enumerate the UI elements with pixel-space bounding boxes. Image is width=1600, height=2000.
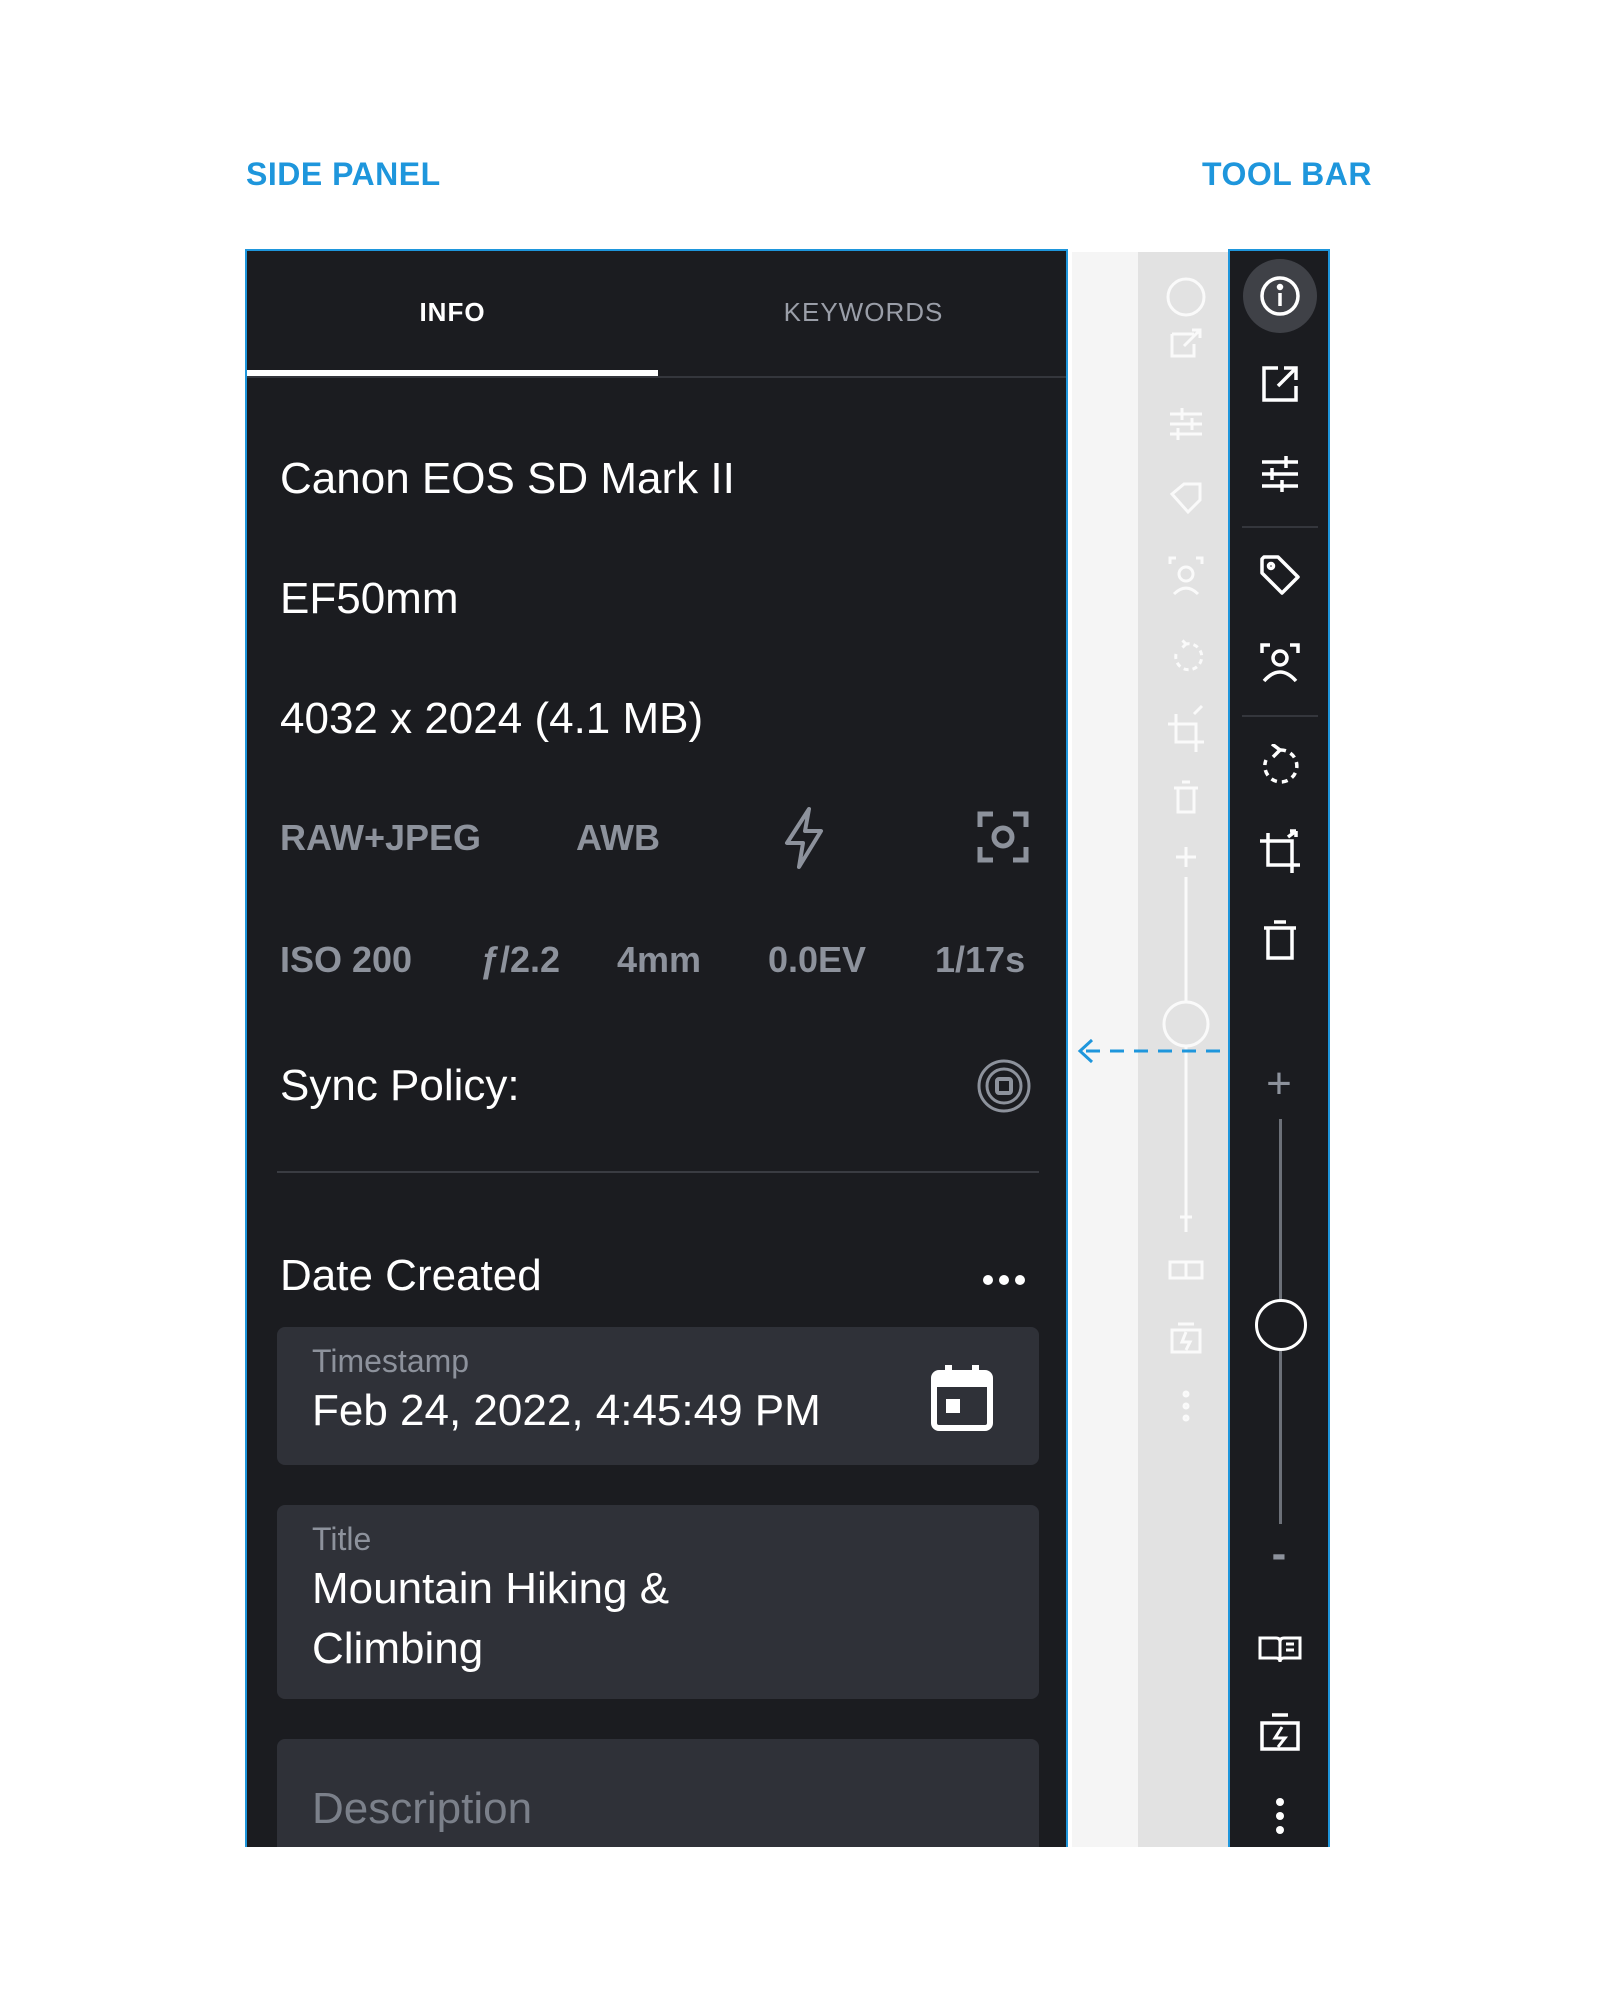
- aperture-value: ƒ/2.2: [480, 939, 561, 980]
- book-icon[interactable]: [1243, 1611, 1317, 1685]
- title-value-line-2: Climbing: [312, 1624, 484, 1673]
- info-icon[interactable]: [1243, 259, 1317, 333]
- flash-icon: [781, 807, 827, 869]
- tab-bar: INFO KEYWORDS: [247, 251, 1066, 378]
- white-balance: AWB: [576, 817, 660, 858]
- image-dimensions: 4032 x 2024 (4.1 MB): [280, 694, 704, 743]
- exposure-comp-value: 0.0EV: [768, 939, 867, 980]
- crop-icon[interactable]: [1243, 816, 1317, 890]
- face-detect-icon[interactable]: [1243, 626, 1317, 700]
- side-panel-callout: SIDE PANEL: [246, 156, 441, 192]
- section-divider: [277, 1171, 1039, 1173]
- tag-icon[interactable]: [1243, 538, 1317, 612]
- description-placeholder: Description: [312, 1784, 533, 1833]
- open-external-icon[interactable]: [1243, 347, 1317, 421]
- title-value-line-1: Mountain Hiking &: [312, 1564, 670, 1613]
- focal-length-value: 4mm: [617, 939, 702, 980]
- delete-icon[interactable]: [1243, 903, 1317, 977]
- toolbar-divider: [1242, 715, 1318, 717]
- date-created-heading: Date Created: [280, 1251, 542, 1300]
- focus-icon: [977, 811, 1029, 863]
- active-tab-indicator: [247, 370, 658, 376]
- tab-keywords[interactable]: KEYWORDS: [658, 251, 1066, 374]
- file-format: RAW+JPEG: [280, 817, 482, 858]
- calendar-icon[interactable]: [931, 1365, 993, 1436]
- battery-charge-icon[interactable]: [1243, 1696, 1317, 1770]
- side-panel: INFO KEYWORDS Canon EOS SD Mark II EF50m…: [245, 249, 1068, 1847]
- tab-info[interactable]: INFO: [247, 251, 658, 374]
- more-horizontal-icon[interactable]: [981, 1273, 1027, 1292]
- tool-bar: + -: [1228, 249, 1330, 1847]
- tool-bar-callout: TOOL BAR: [1202, 156, 1372, 192]
- shutter-speed-value: 1/17s: [935, 939, 1026, 980]
- timestamp-label: Timestamp: [312, 1343, 470, 1379]
- timestamp-field[interactable]: Timestamp Feb 24, 2022, 4:45:49 PM: [277, 1327, 1039, 1465]
- iso-value: ISO 200: [280, 939, 413, 980]
- timestamp-value: Feb 24, 2022, 4:45:49 PM: [312, 1386, 821, 1435]
- more-vertical-icon[interactable]: [1243, 1779, 1317, 1853]
- zoom-out-icon[interactable]: -: [1230, 1529, 1328, 1579]
- sync-policy-label: Sync Policy:: [280, 1061, 520, 1110]
- rotate-icon[interactable]: [1243, 729, 1317, 803]
- camera-model: Canon EOS SD Mark II: [280, 454, 735, 503]
- zoom-slider-handle[interactable]: [1255, 1299, 1307, 1351]
- adjustments-icon[interactable]: [1243, 437, 1317, 511]
- zoom-in-icon[interactable]: +: [1230, 1059, 1328, 1109]
- sync-status-icon[interactable]: [977, 1059, 1031, 1118]
- title-label: Title: [312, 1521, 372, 1557]
- lens-model: EF50mm: [280, 574, 459, 623]
- description-field[interactable]: Description: [277, 1739, 1039, 1847]
- toolbar-divider: [1242, 526, 1318, 528]
- title-field[interactable]: Title Mountain Hiking & Climbing: [277, 1505, 1039, 1699]
